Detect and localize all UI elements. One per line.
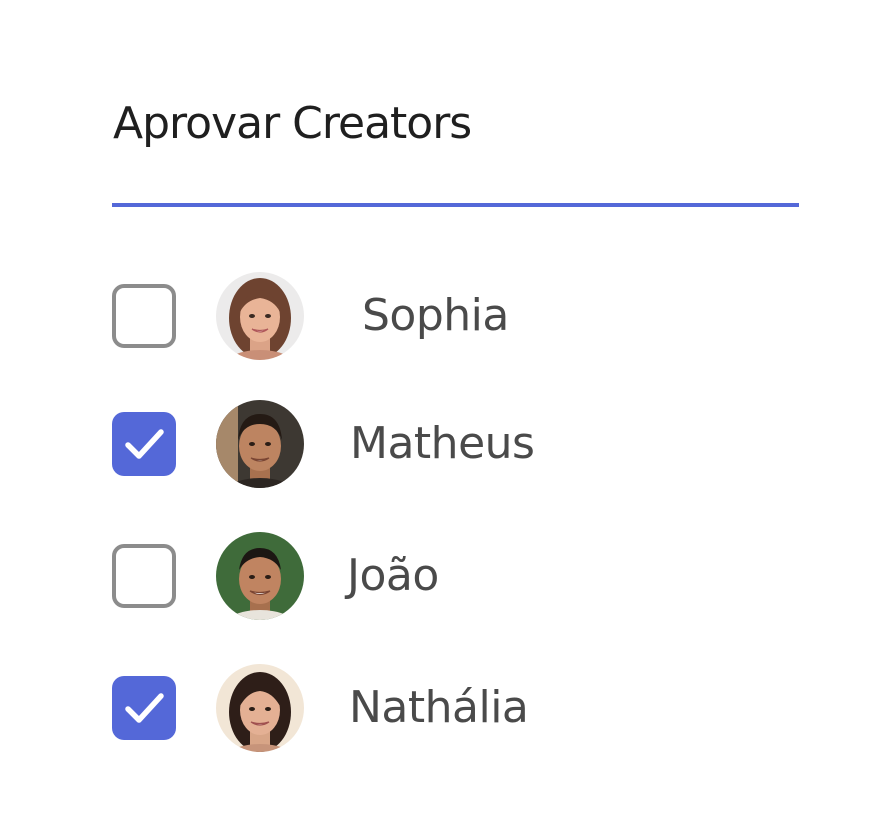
man-avatar-icon	[216, 400, 304, 488]
creator-name: Matheus	[350, 418, 535, 469]
creator-name: João	[347, 550, 439, 601]
avatar	[216, 400, 304, 488]
creator-checkbox[interactable]	[112, 412, 176, 476]
creator-checkbox[interactable]	[112, 676, 176, 740]
page-title: Aprovar Creators	[113, 98, 472, 149]
creator-row-joao[interactable]: João	[112, 532, 792, 622]
man-avatar-icon	[216, 532, 304, 620]
avatar	[216, 532, 304, 620]
creator-checkbox[interactable]	[112, 284, 176, 348]
woman-avatar-icon	[216, 272, 304, 360]
avatar	[216, 664, 304, 752]
creator-name: Nathália	[349, 682, 529, 733]
creator-name: Sophia	[362, 290, 509, 341]
creator-row-sophia[interactable]: Sophia	[112, 272, 792, 362]
approve-creators-card: Aprovar Creators Sophia Matheus João Nat…	[0, 0, 884, 840]
title-divider	[112, 203, 799, 207]
checkmark-icon	[125, 693, 164, 723]
creator-row-matheus[interactable]: Matheus	[112, 400, 792, 490]
avatar	[216, 272, 304, 360]
checkmark-icon	[125, 429, 164, 459]
creator-checkbox[interactable]	[112, 544, 176, 608]
woman-avatar-icon	[216, 664, 304, 752]
creator-row-nathalia[interactable]: Nathália	[112, 664, 792, 754]
